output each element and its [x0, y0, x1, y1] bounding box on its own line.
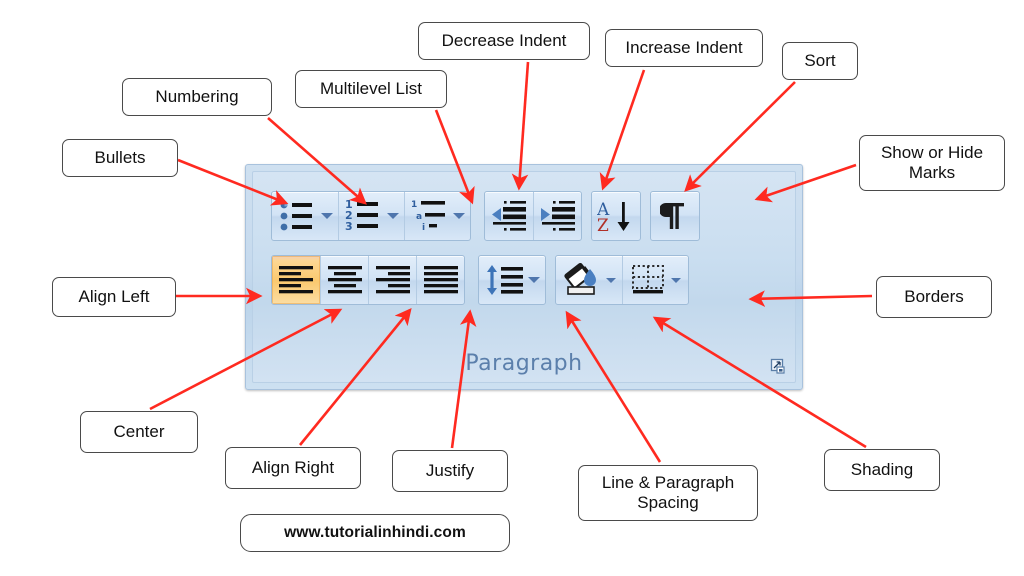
- indent-buttons-cluster: [484, 191, 582, 241]
- multilevel-list-icon: 1 ai: [411, 200, 445, 233]
- sort-az-icon: A Z: [597, 200, 630, 233]
- shading-button[interactable]: [556, 256, 622, 304]
- sort-letter-z: Z: [597, 216, 609, 233]
- pilcrow-icon: [660, 203, 684, 229]
- bullets-button[interactable]: [272, 192, 338, 240]
- multilevel-list-dropdown-caret[interactable]: [453, 213, 465, 219]
- paragraph-dialog-launcher[interactable]: [770, 358, 786, 374]
- callout-line-and-paragraph-spacing: Line & Paragraph Spacing: [578, 465, 758, 521]
- shading-dropdown-caret[interactable]: [605, 277, 616, 283]
- align-right-icon: [375, 266, 410, 294]
- callout-decrease-indent: Decrease Indent: [418, 22, 590, 60]
- increase-indent-icon: [540, 201, 575, 231]
- svg-text:i: i: [422, 223, 425, 233]
- multilevel-list-button[interactable]: 1 ai: [404, 192, 470, 240]
- callout-multilevel-list: Multilevel List: [295, 70, 447, 108]
- borders-button[interactable]: [622, 256, 688, 304]
- callout-center: Center: [80, 411, 198, 453]
- line-spacing-cluster: [478, 255, 546, 305]
- paragraph-ribbon-group: 123 1 ai A Z Paragraph: [245, 164, 803, 390]
- line-paragraph-spacing-button[interactable]: [479, 256, 545, 304]
- watermark-label: www.tutorialinhindi.com: [240, 514, 510, 552]
- sort-cluster: A Z: [591, 191, 641, 241]
- svg-text:3: 3: [345, 220, 353, 233]
- svg-text:a: a: [416, 212, 422, 222]
- paint-bucket-icon: [563, 263, 596, 295]
- callout-sort: Sort: [782, 42, 858, 80]
- callout-borders: Borders: [876, 276, 992, 318]
- svg-text:1: 1: [411, 200, 417, 210]
- ribbon-row-2: [271, 254, 689, 306]
- line-spacing-dropdown-caret[interactable]: [527, 277, 540, 283]
- align-center-icon: [327, 266, 362, 294]
- numbering-dropdown-caret[interactable]: [387, 213, 399, 219]
- callout-show-or-hide-marks: Show or Hide Marks: [859, 135, 1005, 191]
- group-label: Paragraph: [465, 351, 583, 376]
- ribbon-group-inner-frame: 123 1 ai A Z Paragraph: [252, 171, 796, 383]
- align-right-button[interactable]: [368, 256, 416, 304]
- callout-numbering: Numbering: [122, 78, 272, 116]
- justify-button[interactable]: [416, 256, 464, 304]
- callout-increase-indent: Increase Indent: [605, 29, 763, 67]
- callout-align-right: Align Right: [225, 447, 361, 489]
- align-left-icon: [279, 266, 313, 294]
- decrease-indent-button[interactable]: [485, 192, 533, 240]
- callout-shading: Shading: [824, 449, 940, 491]
- justify-icon: [423, 266, 458, 294]
- borders-dropdown-caret[interactable]: [671, 277, 681, 283]
- ribbon-row-1: 123 1 ai A Z: [271, 190, 700, 242]
- increase-indent-button[interactable]: [533, 192, 581, 240]
- show-hide-cluster: [650, 191, 700, 241]
- alignment-buttons-cluster: [271, 255, 465, 305]
- numbering-button[interactable]: 123: [338, 192, 404, 240]
- callout-bullets: Bullets: [62, 139, 178, 177]
- callout-align-left: Align Left: [52, 277, 176, 317]
- numbering-icon: 123: [345, 199, 378, 233]
- decrease-indent-icon: [492, 201, 526, 231]
- bullets-icon: [280, 201, 312, 231]
- diagram-canvas: 123 1 ai A Z Paragraph Bullets Numbering …: [0, 0, 1024, 576]
- line-spacing-icon: [486, 265, 523, 295]
- shading-borders-cluster: [555, 255, 689, 305]
- center-button[interactable]: [320, 256, 368, 304]
- borders-icon: [632, 265, 664, 294]
- show-hide-marks-button[interactable]: [651, 192, 699, 240]
- sort-button[interactable]: A Z: [592, 192, 640, 240]
- bullets-dropdown-caret[interactable]: [320, 213, 333, 219]
- callout-justify: Justify: [392, 450, 508, 492]
- list-buttons-cluster: 123 1 ai: [271, 191, 471, 241]
- align-left-button[interactable]: [272, 256, 320, 304]
